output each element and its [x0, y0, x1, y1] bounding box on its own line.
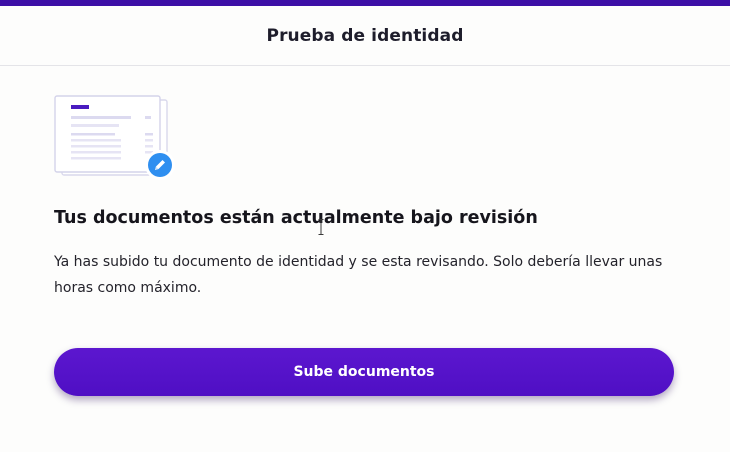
- upload-documents-button[interactable]: Sube documentos: [54, 348, 674, 396]
- documents-under-review-icon: [52, 94, 180, 184]
- review-status-heading: Tus documentos están actualmente bajo re…: [54, 208, 538, 228]
- pencil-badge-icon: [145, 150, 175, 180]
- review-status-description: Ya has subido tu documento de identidad …: [54, 254, 663, 296]
- page-header: Prueba de identidad: [0, 6, 730, 66]
- page-title: Prueba de identidad: [266, 25, 464, 46]
- text-cursor-icon: [318, 219, 324, 235]
